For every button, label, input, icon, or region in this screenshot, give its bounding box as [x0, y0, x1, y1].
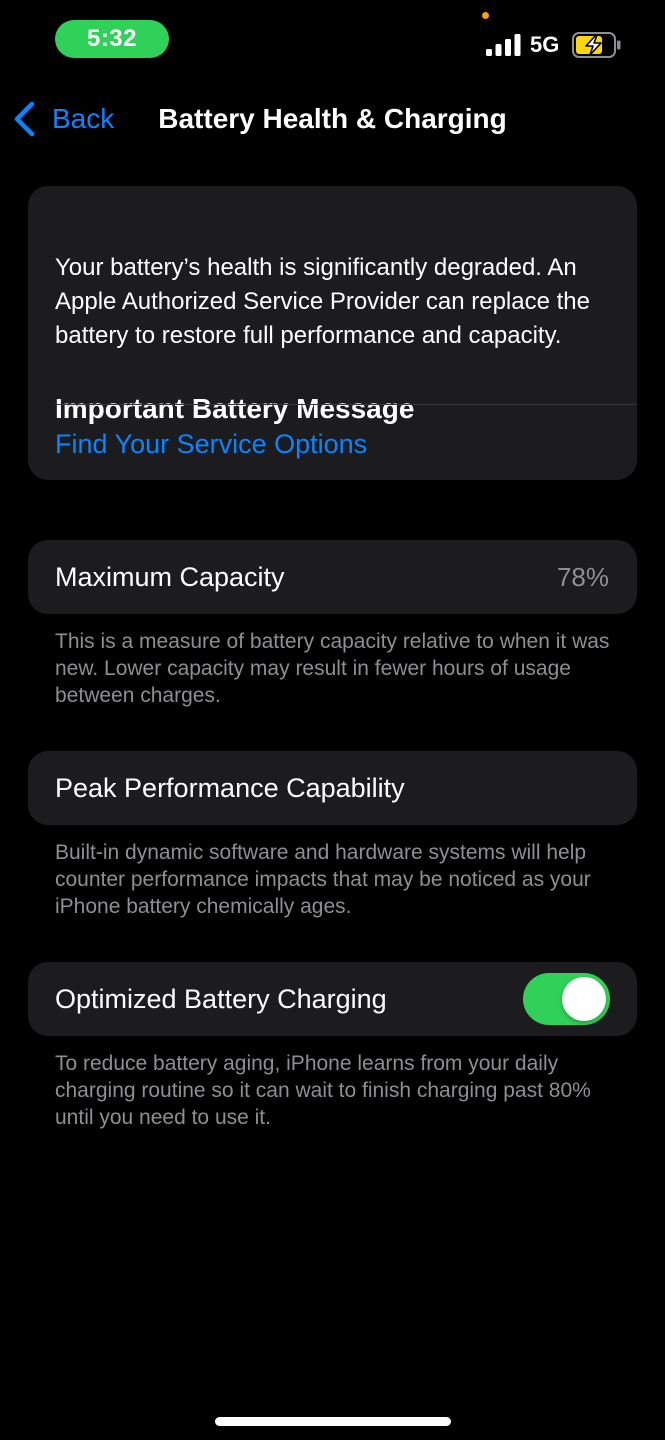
- page-title: Battery Health & Charging: [158, 103, 507, 134]
- battery-message-body: Your battery’s health is significantly d…: [55, 254, 590, 349]
- network-type: 5G: [530, 32, 560, 57]
- maximum-capacity-row: Maximum Capacity 78%: [28, 540, 637, 614]
- optimized-charging-toggle[interactable]: [523, 973, 610, 1025]
- maximum-capacity-label: Maximum Capacity: [55, 562, 285, 592]
- toggle-knob: [562, 977, 606, 1021]
- battery-charging-icon: [572, 32, 621, 58]
- signal-bars-icon: [486, 34, 521, 56]
- optimized-charging-footer: To reduce battery aging, iPhone learns f…: [55, 1052, 591, 1129]
- home-indicator[interactable]: [215, 1417, 451, 1426]
- divider: [55, 404, 637, 405]
- peak-performance-footer: Built-in dynamic software and hardware s…: [55, 841, 591, 918]
- peak-performance-label: Peak Performance Capability: [55, 773, 405, 803]
- maximum-capacity-value: 78%: [556, 562, 609, 592]
- find-service-options-link[interactable]: Find Your Service Options: [55, 425, 367, 463]
- status-time: 5:32: [86, 25, 138, 52]
- battery-message-title: Important Battery Message: [55, 393, 415, 424]
- privacy-indicator-dot: [482, 12, 489, 19]
- optimized-charging-label: Optimized Battery Charging: [55, 984, 387, 1014]
- peak-performance-row: Peak Performance Capability: [28, 751, 637, 825]
- optimized-charging-row: Optimized Battery Charging: [28, 962, 637, 1036]
- status-time-pill[interactable]: 5:32: [55, 20, 169, 58]
- maximum-capacity-footer: This is a measure of battery capacity re…: [55, 630, 610, 707]
